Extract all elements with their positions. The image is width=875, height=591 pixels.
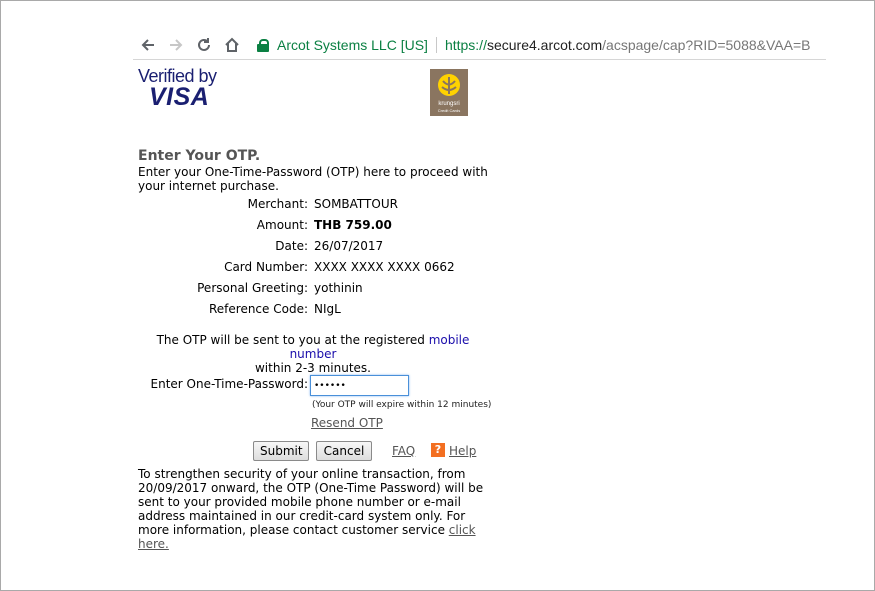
submit-button[interactable]: Submit xyxy=(253,441,309,461)
detail-row: Merchant: SOMBATTOUR xyxy=(138,193,455,214)
intro-text: Enter your One-Time-Password (OTP) here … xyxy=(138,165,488,193)
detail-value: SOMBATTOUR xyxy=(314,196,398,211)
home-icon[interactable] xyxy=(221,34,243,56)
security-notice-text: To strengthen security of your online tr… xyxy=(138,467,484,537)
detail-label: Amount: xyxy=(256,217,308,232)
bank-name: krungsri xyxy=(438,101,460,107)
otp-expire-note: (Your OTP will expire within 12 minutes) xyxy=(312,400,492,410)
url-scheme: https:// xyxy=(444,37,487,53)
bank-subtitle: Credit Cards xyxy=(437,108,461,113)
url-path: /acspage/cap?RID=5088&VAA=B xyxy=(602,37,811,53)
forward-arrow-icon[interactable] xyxy=(165,34,187,56)
detail-label: Reference Code: xyxy=(208,301,308,316)
detail-label: Personal Greeting: xyxy=(197,280,308,295)
otp-note: The OTP will be sent to you at the regis… xyxy=(138,333,488,375)
certificate-label[interactable]: Arcot Systems LLC [US] xyxy=(277,37,428,53)
otp-input[interactable] xyxy=(310,375,409,396)
help-link[interactable]: Help xyxy=(449,444,476,458)
address-separator xyxy=(435,37,437,53)
detail-label: Date: xyxy=(275,238,308,253)
krungsri-emblem-icon xyxy=(438,74,460,96)
help-icon[interactable]: ? xyxy=(431,443,445,457)
detail-row: Amount: THB 759.00 xyxy=(138,214,455,235)
detail-row: Date: 26/07/2017 xyxy=(138,235,455,256)
back-arrow-icon[interactable] xyxy=(137,34,159,56)
resend-otp-link[interactable]: Resend OTP xyxy=(311,416,383,430)
detail-value: XXXX XXXX XXXX 0662 xyxy=(314,259,455,274)
detail-label: Card Number: xyxy=(224,259,308,274)
otp-note-text-2: within 2-3 minutes. xyxy=(254,361,371,375)
visa-word: VISA xyxy=(149,83,210,111)
otp-label: Enter One-Time-Password: xyxy=(150,377,308,391)
krungsri-logo: krungsri Credit Cards xyxy=(430,69,468,116)
detail-row: Card Number: XXXX XXXX XXXX 0662 xyxy=(138,256,455,277)
verified-by-visa-logo: Verified by VISA xyxy=(138,67,228,111)
cancel-button[interactable]: Cancel xyxy=(316,441,372,461)
page-title: Enter Your OTP. xyxy=(138,148,261,164)
reload-icon[interactable] xyxy=(193,34,215,56)
detail-value: THB 759.00 xyxy=(314,217,392,232)
url-host: secure4.arcot.com xyxy=(486,37,603,53)
detail-label: Merchant: xyxy=(247,196,308,211)
detail-row: Personal Greeting: yothinin xyxy=(138,277,455,298)
detail-value: NIgL xyxy=(314,301,341,316)
transaction-details: Merchant: SOMBATTOUR Amount: THB 759.00 Date… xyxy=(138,193,455,319)
browser-toolbar: Arcot Systems LLC [US] https://secure4.a… xyxy=(133,31,826,60)
lock-icon xyxy=(257,39,269,52)
detail-value: yothinin xyxy=(314,280,363,295)
otp-note-text: The OTP will be sent to you at the regis… xyxy=(156,333,429,347)
faq-link[interactable]: FAQ xyxy=(392,444,415,458)
detail-row: Reference Code: NIgL xyxy=(138,298,455,319)
detail-value: 26/07/2017 xyxy=(314,238,384,253)
address-bar[interactable]: Arcot Systems LLC [US] https://secure4.a… xyxy=(257,34,826,56)
security-notice: To strengthen security of your online tr… xyxy=(138,467,488,551)
